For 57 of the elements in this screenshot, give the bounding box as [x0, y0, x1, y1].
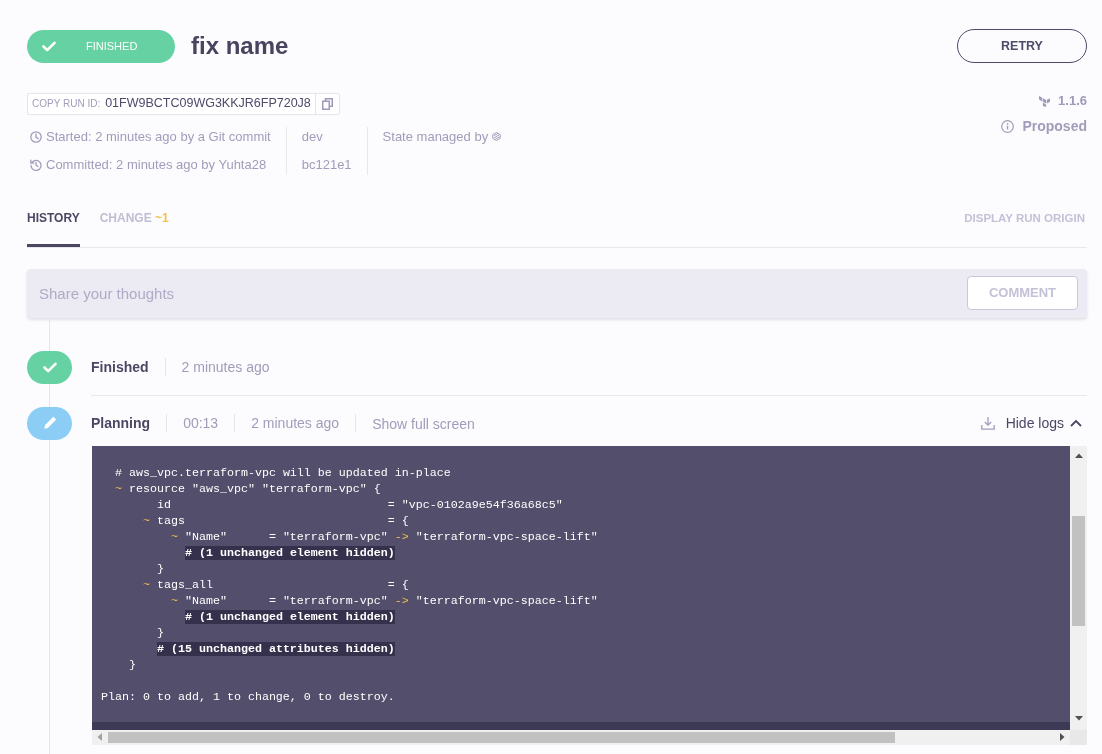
- tab[interactable]: HISTORY: [27, 201, 80, 247]
- vertical-scrollbar[interactable]: [1070, 445, 1087, 730]
- comment-field[interactable]: Share your thoughts COMMENT: [27, 268, 1087, 318]
- scrollbar-thumb[interactable]: [108, 731, 895, 743]
- log-line: ~ tags = {: [143, 513, 409, 528]
- log-line: ~ resource "aws_vpc" "terraform-vpc" {: [115, 481, 381, 496]
- status-label: FINISHED: [86, 38, 138, 54]
- check-icon: [27, 350, 72, 384]
- commit-hash: bc121e1: [301, 155, 352, 174]
- started-text: Started: 2 minutes ago by a Git commit: [46, 127, 271, 146]
- tab[interactable]: CHANGE ~1: [99, 201, 169, 247]
- scroll-left-icon: [97, 733, 102, 741]
- log-line: ~ "Name" = "terraform-vpc" -> "terraform-vpc-space-lift": [170, 529, 598, 544]
- log-note: # (15 unchanged attributes hidden): [156, 641, 395, 656]
- log-line: # aws_vpc.terraform-vpc will be updated in-place: [115, 465, 451, 480]
- log-summary: Plan: 0 to add, 1 to change, 0 to destroy.: [101, 689, 395, 704]
- run-id-label: COPY RUN ID:: [31, 97, 101, 111]
- comment-input[interactable]: Share your thoughts: [39, 278, 955, 308]
- log-note: # (1 unchanged element hidden): [184, 545, 395, 560]
- check-icon: [42, 40, 56, 52]
- info-icon: [1001, 119, 1015, 133]
- copy-button[interactable]: [314, 93, 339, 114]
- run-id-text: 01FW9BCTC09WG3KKJR6FP720J8: [105, 95, 312, 113]
- pencil-icon: [27, 406, 72, 440]
- change-count: ~1: [155, 210, 169, 225]
- hexagon-icon: [492, 132, 502, 141]
- log-note: # (1 unchanged element hidden): [184, 609, 395, 624]
- step-label: Planning: [91, 413, 151, 433]
- state-managed-text: State managed by: [382, 127, 489, 146]
- blocks-icon: [1039, 95, 1051, 107]
- history-icon: [30, 158, 42, 171]
- branch-text: dev: [301, 127, 324, 146]
- scroll-up-icon: [1074, 452, 1083, 458]
- copy-icon: [321, 97, 333, 110]
- log-line: ~ "Name" = "terraform-vpc" -> "terraform-vpc-space-lift": [170, 593, 598, 608]
- clock-icon: [30, 130, 42, 143]
- display-run-origin-link[interactable]: DISPLAY RUN ORIGIN: [964, 209, 1087, 226]
- log-line: ~ tags_all = {: [143, 577, 409, 592]
- version-text: 1.1.6: [1058, 92, 1087, 111]
- scrollbar-thumb[interactable]: [1072, 515, 1085, 626]
- run-type-text: Proposed: [1022, 116, 1087, 136]
- run-title: fix name: [191, 31, 289, 61]
- comment-button[interactable]: COMMENT: [967, 276, 1078, 310]
- step-label: Finished: [91, 357, 149, 377]
- log-line: }: [156, 561, 164, 576]
- log-line: id = "vpc-0102a9e54f36a68c5": [156, 497, 563, 512]
- scroll-down-icon: [1074, 715, 1083, 721]
- time-text: 2 minutes ago: [181, 357, 270, 377]
- scroll-right-icon: [1060, 733, 1065, 741]
- download-icon[interactable]: [980, 416, 995, 430]
- log-line: }: [129, 657, 136, 672]
- hide-logs-button[interactable]: Hide logs: [1005, 412, 1082, 434]
- show-full-screen-link[interactable]: Show full screen: [372, 414, 475, 435]
- log-line: }: [156, 625, 164, 640]
- time-text: 2 minutes ago: [251, 413, 340, 433]
- duration-text: 00:13: [183, 413, 219, 433]
- committed-text: Committed: 2 minutes ago by Yuhta28: [46, 155, 267, 174]
